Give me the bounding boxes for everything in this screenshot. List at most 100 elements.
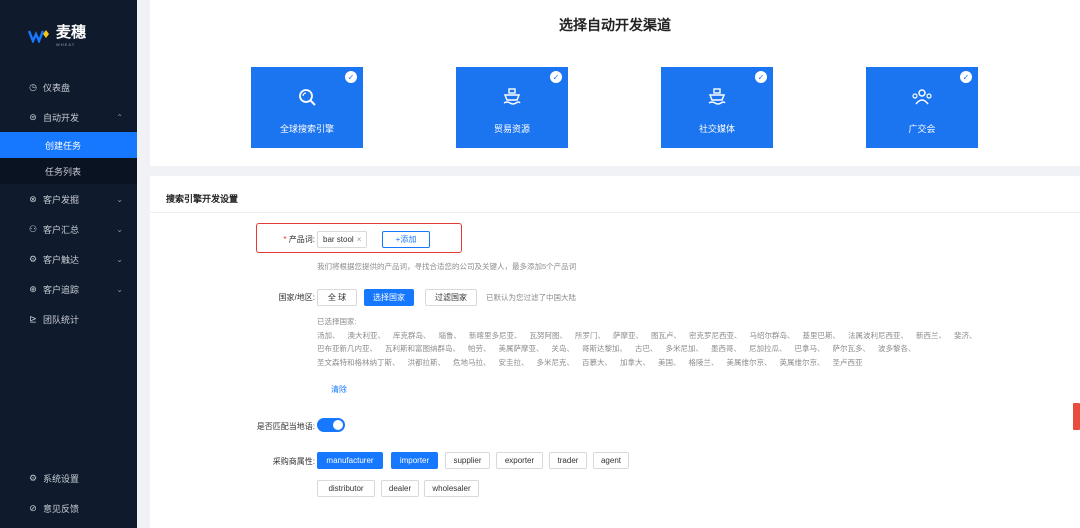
country-item: 美属萨摩亚、	[498, 344, 544, 353]
region-option-select[interactable]: 选择国家	[364, 289, 414, 306]
sidebar-item-customer-reach[interactable]: ⚙ 客户触达 ⌄	[0, 244, 137, 274]
country-item: 法属波利尼西亚、	[848, 330, 908, 340]
sidebar-item-customer-summary[interactable]: ⚇ 客户汇总 ⌄	[0, 214, 137, 244]
sidebar-subitem-create-task[interactable]: 创建任务	[0, 132, 137, 158]
product-label: * 产品词:	[205, 234, 315, 245]
sidebar-item-label: 意见反馈	[43, 503, 80, 514]
customer-summary-icon: ⚇	[28, 223, 38, 234]
country-item: 瓦努阿图、	[529, 330, 568, 340]
country-item: 洪都拉斯、	[407, 357, 446, 367]
scroll-marker[interactable]	[1073, 403, 1080, 430]
chevron-down-icon: ⌄	[116, 194, 123, 204]
product-label-text: 产品词:	[288, 235, 315, 244]
brand-sub: WHEAT	[56, 42, 76, 47]
country-item: 新西兰、	[916, 330, 946, 340]
sidebar-item-label: 客户追踪	[43, 284, 80, 295]
channel-card-social-media[interactable]: ✓ 社交媒体	[661, 67, 773, 148]
brand-logo[interactable]: 麦穗 WHEAT	[28, 24, 86, 47]
close-icon[interactable]: ×	[357, 235, 362, 244]
chevron-down-icon: ⌄	[116, 224, 123, 234]
sidebar-item-customer-discover[interactable]: ⊗ 客户发掘 ⌄	[0, 184, 137, 214]
check-icon: ✓	[550, 71, 562, 83]
region-label: 国家/地区:	[278, 293, 315, 302]
sidebar-item-label: 团队统计	[43, 314, 80, 325]
country-item: 所罗门、	[575, 330, 605, 340]
sidebar-item-label: 仪表盘	[43, 82, 71, 93]
sidebar-item-label: 自动开发	[43, 112, 80, 123]
buyer-attr-manufacturer[interactable]: manufacturer	[317, 452, 383, 469]
chevron-down-icon: ⌄	[116, 284, 123, 294]
country-item: 安圭拉、	[498, 357, 529, 367]
sidebar-item-auto-dev[interactable]: ⊜ 自动开发 ⌃	[0, 102, 137, 132]
country-item: 图瓦卢、	[651, 330, 681, 340]
brand-name: 麦穗	[56, 24, 87, 41]
sidebar-item-label: 客户汇总	[43, 224, 80, 235]
country-item: 巴布亚新几内亚、	[317, 344, 377, 353]
sidebar-item-settings[interactable]: ⚙ 系统设置	[0, 463, 137, 493]
channel-label: 社交媒体	[698, 124, 735, 134]
buyer-attr-importer[interactable]: importer	[391, 452, 438, 469]
country-item: 美国、	[658, 357, 681, 367]
feedback-icon: ⊘	[29, 502, 37, 513]
clear-countries-link[interactable]: 清除	[331, 384, 347, 395]
country-item: 多米尼加、	[665, 344, 704, 353]
country-item: 密克罗尼西亚、	[689, 330, 742, 340]
buyer-attr-agent[interactable]: agent	[593, 452, 629, 469]
channel-label: 贸易资源	[493, 124, 530, 134]
dashboard-icon: ◷	[29, 81, 37, 92]
buyer-attr-wholesaler[interactable]: wholesaler	[424, 480, 479, 497]
check-icon: ✓	[960, 71, 972, 83]
sidebar-item-team-stats[interactable]: ⊵ 团队统计	[0, 304, 137, 334]
country-item: 库克群岛、	[393, 330, 431, 340]
chevron-down-icon: ⌄	[116, 254, 123, 264]
logo-icon	[28, 29, 50, 43]
search-engine-icon	[251, 87, 363, 107]
channel-label: 全球搜索引擎	[279, 124, 334, 134]
auto-dev-icon: ⊜	[29, 111, 37, 122]
sidebar-item-dashboard[interactable]: ◷ 仪表盘	[0, 72, 137, 102]
buyer-attr-trader[interactable]: trader	[549, 452, 587, 469]
customer-discover-icon: ⊗	[29, 193, 37, 204]
page-title: 选择自动开发渠道	[559, 17, 671, 33]
buyer-attr-dealer[interactable]: dealer	[381, 480, 419, 497]
product-tag-label: bar stool	[323, 235, 354, 244]
selected-countries: 已选择国家: 汤加、 澳大利亚、 库克群岛、 瑙鲁、 新喀里多尼亚、 瓦努阿图、 所罗门、萨…	[317, 315, 1057, 369]
country-item: 圣卢西亚	[832, 357, 863, 367]
sidebar-bottom: ⚙ 系统设置 ⊘ 意见反馈	[0, 463, 137, 523]
channel-label: 广交会	[908, 124, 936, 134]
country-item: 英属维尔京、	[779, 357, 825, 367]
channel-card-canton-fair[interactable]: ✓ 广交会	[866, 67, 978, 148]
buyer-attr-exporter[interactable]: exporter	[496, 452, 543, 469]
country-item: 波多黎各、	[878, 344, 916, 353]
buyer-attr-distributor[interactable]: distributor	[317, 480, 375, 497]
customer-reach-icon: ⚙	[28, 253, 38, 264]
people-icon	[866, 87, 978, 107]
add-product-button[interactable]: +添加	[382, 231, 430, 248]
region-default-note: 已默认为您过滤了中国大陆	[486, 293, 576, 302]
channel-card-search-engine[interactable]: ✓ 全球搜索引擎	[251, 67, 363, 148]
country-item: 多米尼克、	[536, 357, 575, 367]
sidebar-subitem-task-list[interactable]: 任务列表	[0, 158, 137, 184]
sidebar-nav: ◷ 仪表盘 ⊜ 自动开发 ⌃ 创建任务 任务列表 ⊗ 客户发掘 ⌄ ⚇ 客户汇总…	[0, 72, 137, 334]
sidebar-item-customer-track[interactable]: ⊕ 客户追踪 ⌄	[0, 274, 137, 304]
countries-line-1: 汤加、 澳大利亚、 库克群岛、 瑙鲁、 新喀里多尼亚、 瓦努阿图、 所罗门、 萨摩亚、 图瓦卢、…	[317, 329, 1057, 343]
region-option-filter[interactable]: 过滤国家	[425, 289, 477, 306]
sidebar-item-feedback[interactable]: ⊘ 意见反馈	[0, 493, 137, 523]
country-item: 尼加拉瓜、	[749, 344, 787, 353]
country-item: 瑙鲁、	[438, 330, 462, 340]
region-option-global[interactable]: 全 球	[317, 289, 357, 306]
channel-card-trade-resources[interactable]: ✓ 贸易资源	[456, 67, 568, 148]
product-tag[interactable]: bar stool ×	[317, 231, 368, 248]
customer-track-icon: ⊕	[29, 283, 37, 294]
country-item: 美属维尔京、	[726, 357, 772, 367]
buyer-attr-supplier[interactable]: supplier	[445, 452, 490, 469]
sidebar-item-label: 客户触达	[43, 254, 80, 265]
local-lang-toggle[interactable]	[317, 418, 345, 432]
sidebar-item-label: 系统设置	[43, 473, 80, 484]
country-item: 巴拿马、	[794, 344, 825, 353]
section-title: 搜索引擎开发设置	[166, 194, 239, 204]
team-stats-icon: ⊵	[29, 313, 37, 324]
divider	[150, 212, 1080, 213]
chevron-up-icon: ⌃	[116, 112, 123, 122]
country-item: 格陵兰、	[688, 357, 719, 367]
